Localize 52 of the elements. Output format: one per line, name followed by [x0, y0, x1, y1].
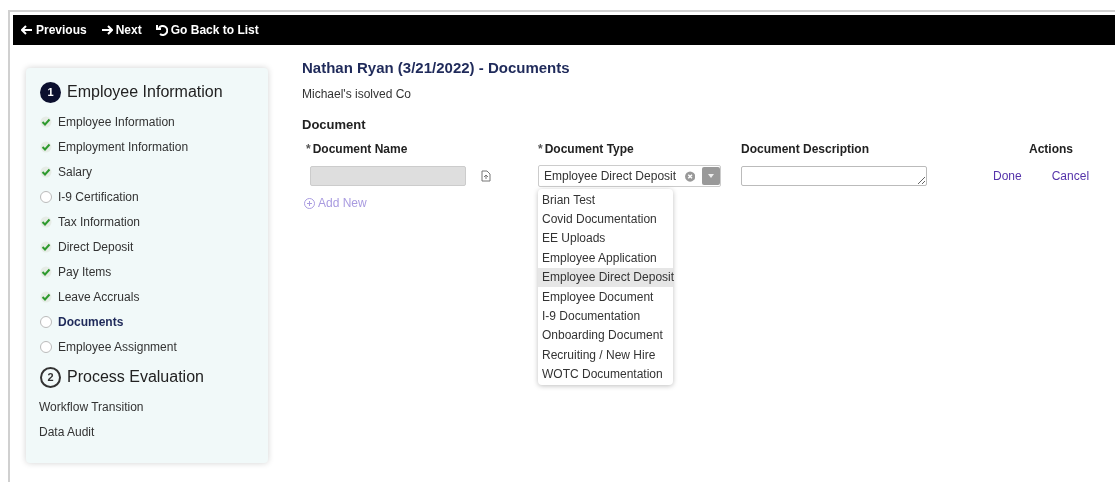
dropdown-option[interactable]: Covid Documentation: [538, 209, 673, 229]
action-link[interactable]: Done: [993, 167, 1022, 185]
arrow-right-icon: [100, 24, 113, 36]
sidebar-step-link[interactable]: Pay Items: [58, 262, 112, 281]
plus-circle-icon: [304, 197, 315, 209]
sidebar-step-link[interactable]: Documents: [58, 312, 124, 331]
document-type-dropdown[interactable]: Employee Direct Deposit: [538, 165, 721, 187]
dropdown-option[interactable]: EE Uploads: [538, 228, 673, 249]
column-header: Document Description: [741, 141, 870, 158]
sidebar-step-link[interactable]: Employee Information: [58, 112, 175, 131]
dropdown-option[interactable]: Employee Application: [538, 248, 673, 268]
document-name-field[interactable]: [310, 166, 466, 186]
sidebar-step-link[interactable]: Direct Deposit: [58, 237, 134, 256]
step-title: Process Evaluation: [67, 367, 204, 387]
caret-icon: [708, 174, 715, 178]
column-header-text: Document Type: [544, 142, 634, 156]
dropdown-option[interactable]: I-9 Documentation: [538, 306, 673, 326]
dropdown-option[interactable]: Brian Test: [538, 190, 673, 210]
nav-next-button[interactable]: Next: [100, 21, 142, 39]
document-description-field[interactable]: [741, 166, 927, 186]
nav-back-button[interactable]: Go Back to List: [155, 21, 259, 39]
sidebar-step-link[interactable]: Employment Information: [58, 137, 189, 156]
selected-value: Employee Direct Deposit: [544, 168, 677, 185]
sidebar-step-link[interactable]: Leave Accruals: [58, 287, 140, 306]
clear-icon[interactable]: [685, 170, 696, 182]
sidebar-link[interactable]: Data Audit: [39, 422, 95, 441]
file-upload-icon[interactable]: [481, 170, 491, 182]
step-title: Employee Information: [67, 82, 223, 102]
dropdown-option[interactable]: Employee Document: [538, 286, 673, 307]
sidebar-step-link[interactable]: I-9 Certification: [58, 187, 139, 206]
section-heading: Document: [302, 115, 367, 134]
dropdown-toggle[interactable]: [702, 167, 720, 185]
required-mark: *: [538, 142, 543, 156]
dropdown-option[interactable]: Recruiting / New Hire: [538, 345, 673, 365]
sidebar-step-link[interactable]: Employee Assignment: [58, 337, 177, 356]
dropdown-option[interactable]: Employee Direct Deposit: [538, 267, 673, 287]
required-mark: *: [306, 142, 311, 156]
column-header: Actions: [1028, 141, 1074, 158]
dropdown-option[interactable]: WOTC Documentation: [538, 364, 673, 384]
page-title: Nathan Ryan (3/21/2022) - Documents: [302, 58, 571, 78]
sidebar-step-link[interactable]: Tax Information: [58, 212, 141, 231]
column-header-text: Document Name: [312, 142, 408, 156]
nav-previous-button[interactable]: Previous: [21, 21, 87, 39]
step-number-badge: 2: [40, 366, 61, 388]
step-number-badge: 1: [40, 81, 61, 103]
arrow-left-icon: [21, 24, 33, 36]
undo-icon: [155, 24, 168, 36]
dropdown-option[interactable]: Onboarding Document: [538, 325, 673, 346]
company-name: Michael's isolved Co: [302, 85, 412, 103]
sidebar-link[interactable]: Workflow Transition: [39, 397, 144, 416]
action-link[interactable]: Cancel: [1051, 167, 1090, 185]
sidebar-step-link[interactable]: Salary: [58, 162, 92, 181]
